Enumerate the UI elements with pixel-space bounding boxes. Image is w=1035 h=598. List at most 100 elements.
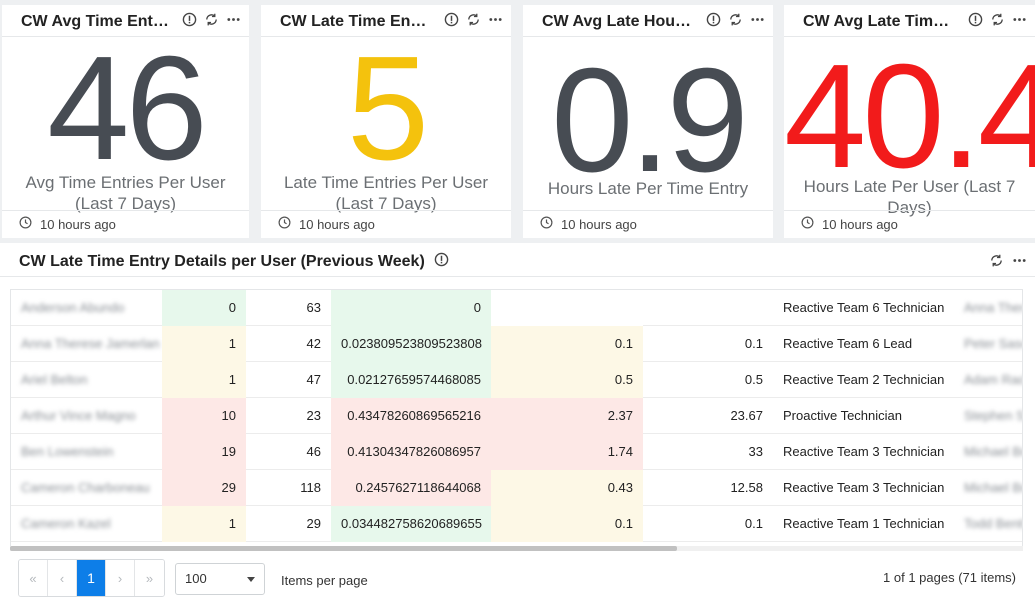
total-entries-cell: 118	[300, 480, 321, 495]
clock-icon	[19, 216, 32, 232]
total-entries-cell: 23	[306, 408, 321, 423]
table-row[interactable]: Ariel Belton 1 47 0.02127659574468085 0.5 0.5…	[11, 362, 1022, 398]
late-entries-cell: 1	[162, 362, 246, 398]
hours-late-per-entry-cell: 0.43	[491, 470, 643, 506]
kpi-card-avg-late-time-per-user: CW Avg Late Time Per User 40.4 Hours Lat…	[784, 5, 1035, 238]
late-ratio-cell: 0.02127659574468085	[331, 362, 491, 398]
role-cell: Reactive Team 2 Technician	[783, 372, 945, 387]
card-footer: 10 hours ago	[261, 210, 511, 238]
kpi-value: 5	[346, 26, 429, 191]
last-page-button[interactable]: »	[135, 560, 164, 596]
updated-time: 10 hours ago	[822, 216, 898, 232]
manager-cell: Anna Therese	[964, 300, 1022, 315]
details-table: Anderson Abundo 0 63 0 Reactive Team 6 Techn…	[10, 289, 1023, 548]
user-name-cell: Ben Lowenstein	[21, 444, 114, 459]
more-icon[interactable]	[750, 12, 765, 27]
total-entries-cell: 63	[306, 300, 321, 315]
late-ratio-cell: 0	[331, 290, 491, 326]
user-name-cell: Ariel Belton	[21, 372, 88, 387]
more-icon[interactable]	[488, 12, 503, 27]
refresh-icon[interactable]	[204, 12, 219, 27]
manager-cell: Adam Rade	[964, 372, 1022, 387]
more-icon[interactable]	[1012, 253, 1027, 268]
hours-late-per-entry-cell: 0.1	[491, 326, 643, 362]
hours-late-per-entry-cell: 0.5	[491, 362, 643, 398]
table-row[interactable]: Ben Lowenstein 19 46 0.41304347826086957 1.7…	[11, 434, 1022, 470]
panel-title: CW Late Time Entry Details per User (Pre…	[19, 253, 425, 270]
late-ratio-cell: 0.023809523809523808	[331, 326, 491, 362]
kpi-value: 46	[47, 26, 208, 191]
table-row[interactable]: Anna Therese Jamerlan 1 42 0.02380952380952…	[11, 326, 1022, 362]
refresh-icon[interactable]	[466, 12, 481, 27]
late-entries-cell: 0	[162, 290, 246, 326]
pagination-info: 1 of 1 pages (71 items)	[883, 570, 1016, 585]
hours-late-per-user-cell: 0.1	[744, 336, 763, 351]
more-icon[interactable]	[1012, 12, 1027, 27]
refresh-icon[interactable]	[990, 12, 1005, 27]
panel-header: CW Late Time Entry Details per User (Pre…	[0, 243, 1035, 277]
info-icon[interactable]	[968, 12, 983, 27]
table-row[interactable]: Arthur Vince Magno 10 23 0.4347826086956521…	[11, 398, 1022, 434]
kpi-value: 40.4	[784, 34, 1035, 199]
role-cell: Reactive Team 6 Technician	[783, 300, 945, 315]
total-entries-cell: 42	[306, 336, 321, 351]
user-name-cell: Anderson Abundo	[21, 300, 125, 315]
card-title: CW Avg Late Time Per User	[803, 13, 955, 30]
manager-cell: Todd Bentle	[964, 516, 1023, 531]
card-footer: 10 hours ago	[2, 210, 249, 238]
card-footer: 10 hours ago	[523, 210, 773, 238]
total-entries-cell: 47	[306, 372, 321, 387]
page-size-select[interactable]: 100	[175, 563, 265, 595]
role-cell: Reactive Team 3 Technician	[783, 444, 945, 459]
kpi-subtitle: Late Time Entries Per User (Last 7 Days)	[283, 173, 489, 213]
scrollbar-thumb[interactable]	[10, 546, 677, 551]
info-icon[interactable]	[444, 12, 459, 27]
user-name-cell: Anna Therese Jamerlan	[21, 336, 160, 351]
info-icon[interactable]	[182, 12, 197, 27]
clock-icon	[801, 216, 814, 232]
manager-cell: Michael Bro	[964, 480, 1022, 495]
first-page-button[interactable]: «	[19, 560, 48, 596]
hours-late-per-user-cell: 12.58	[730, 480, 763, 495]
role-cell: Reactive Team 1 Technician	[783, 516, 945, 531]
manager-cell: Peter Sason	[964, 336, 1022, 351]
info-icon[interactable]	[706, 12, 721, 27]
hours-late-per-user-cell: 0.1	[744, 516, 763, 531]
user-name-cell: Arthur Vince Magno	[21, 408, 136, 423]
hours-late-per-entry-cell: 0.1	[491, 506, 643, 542]
horizontal-scrollbar[interactable]	[10, 546, 1023, 551]
late-ratio-cell: 0.2457627118644068	[331, 470, 491, 506]
kpi-card-late-time-entries: CW Late Time Entries 5 Late Time Entries…	[261, 5, 511, 238]
table-row[interactable]: Cameron Charboneau 29 118 0.245762711864406…	[11, 470, 1022, 506]
info-icon[interactable]	[434, 252, 449, 267]
refresh-icon[interactable]	[728, 12, 743, 27]
kpi-subtitle: Avg Time Entries Per User (Last 7 Days)	[25, 173, 226, 213]
card-header: CW Avg Late Hours Per Time Entry	[523, 5, 773, 37]
table-row[interactable]: Anderson Abundo 0 63 0 Reactive Team 6 Techn…	[11, 290, 1022, 326]
next-page-button[interactable]: ›	[106, 560, 135, 596]
kpi-value: 0.9	[551, 38, 749, 203]
kpi-subtitle: Hours Late Per Time Entry	[547, 179, 749, 198]
hours-late-per-entry-cell	[491, 290, 643, 326]
table-row[interactable]: Cameron Kazel 1 29 0.034482758620689655 0.1 0…	[11, 506, 1023, 542]
page-1-button[interactable]: 1	[77, 560, 106, 596]
late-ratio-cell: 0.41304347826086957	[331, 434, 491, 470]
role-cell: Reactive Team 6 Lead	[783, 336, 913, 351]
late-ratio-cell: 0.034482758620689655	[331, 506, 491, 542]
previous-page-button[interactable]: ‹	[48, 560, 77, 596]
updated-time: 10 hours ago	[299, 216, 375, 232]
more-icon[interactable]	[226, 12, 241, 27]
hours-late-per-user-cell: 0.5	[744, 372, 763, 387]
kpi-cards: CW Avg Time Entries Per User 46 Avg Time…	[0, 5, 1035, 238]
user-name-cell: Cameron Charboneau	[21, 480, 150, 495]
hours-late-per-entry-cell: 2.37	[491, 398, 643, 434]
hours-late-per-user-cell: 23.67	[730, 408, 763, 423]
late-entries-cell: 1	[162, 326, 246, 362]
total-entries-cell: 29	[306, 516, 321, 531]
late-entries-cell: 19	[162, 434, 246, 470]
refresh-icon[interactable]	[989, 253, 1004, 268]
clock-icon	[540, 216, 553, 232]
late-entries-cell: 1	[162, 506, 246, 542]
hours-late-per-entry-cell: 1.74	[491, 434, 643, 470]
chevron-down-icon	[247, 577, 255, 582]
